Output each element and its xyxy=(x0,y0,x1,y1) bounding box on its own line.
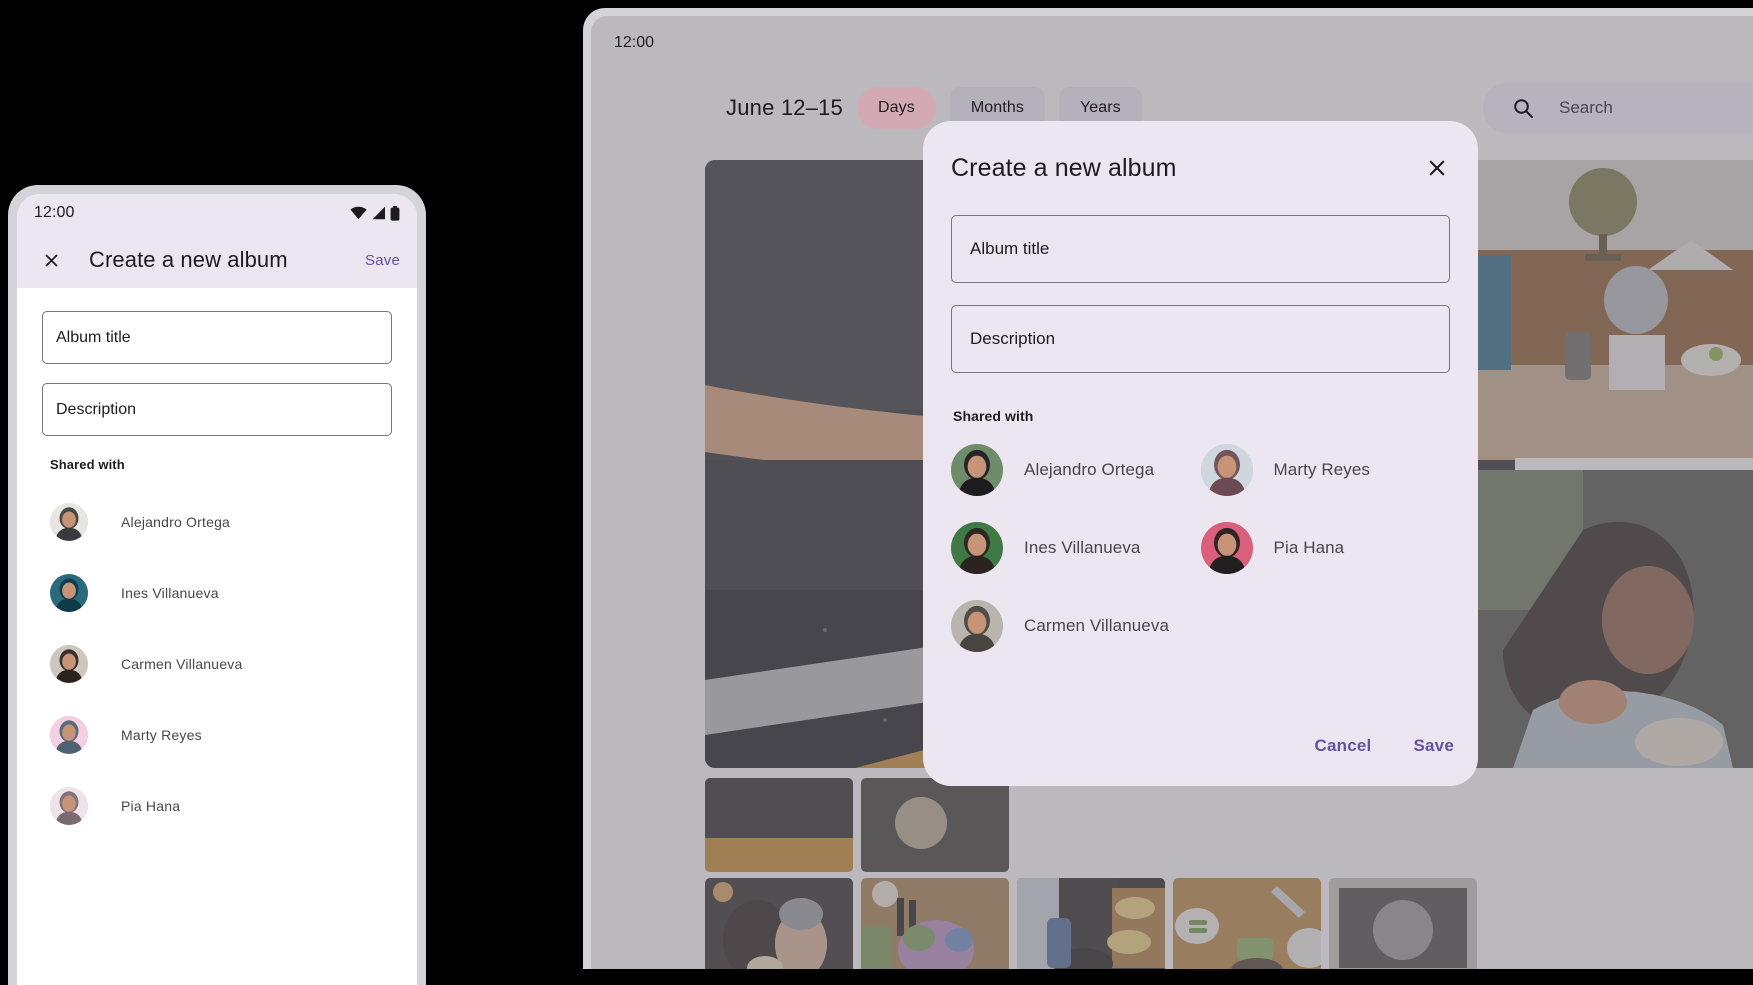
dialog-title: Create a new album xyxy=(951,154,1177,182)
avatar xyxy=(951,444,1003,496)
cancel-button[interactable]: Cancel xyxy=(1315,736,1372,756)
phone-contact-list: Alejandro Ortega Ines Villanueva Carmen Vi… xyxy=(42,486,392,841)
album-title-input[interactable]: Album title xyxy=(42,311,392,364)
save-button[interactable]: Save xyxy=(365,252,400,269)
avatar xyxy=(1200,522,1253,574)
search-placeholder: Search xyxy=(1559,98,1613,117)
contact-row[interactable]: Ines Villanueva xyxy=(951,522,1201,574)
tablet-device-frame: 12:00 June 12–15 Days Months Years Search … xyxy=(583,8,1753,969)
contact-row[interactable]: Pia Hana xyxy=(42,770,392,841)
avatar xyxy=(50,715,88,754)
avatar xyxy=(951,522,1003,574)
contact-row[interactable]: Marty Reyes xyxy=(42,699,392,770)
contact-name: Ines Villanueva xyxy=(121,584,219,601)
status-icons xyxy=(350,205,400,221)
contact-name: Pia Hana xyxy=(1273,538,1345,557)
album-title-input[interactable]: Album title xyxy=(951,215,1450,283)
phone-status-bar: 12:00 xyxy=(17,194,417,232)
page-title: Create a new album xyxy=(89,247,288,272)
description-input[interactable]: Description xyxy=(42,383,392,436)
contact-row[interactable]: Marty Reyes xyxy=(1200,444,1451,496)
phone-app-bar: Create a new album Save xyxy=(17,232,417,288)
contact-row[interactable]: Pia Hana xyxy=(1200,522,1451,574)
contact-name: Carmen Villanueva xyxy=(1024,616,1170,635)
contact-row[interactable]: Carmen Villanueva xyxy=(951,600,1201,652)
create-album-dialog: Create a new album Album title Descripti… xyxy=(923,121,1478,786)
contact-name: Carmen Villanueva xyxy=(121,655,243,672)
signal-icon xyxy=(372,206,385,220)
avatar xyxy=(50,786,88,825)
date-range-label: June 12–15 xyxy=(726,95,843,120)
tablet-status-bar: 12:00 xyxy=(591,16,1753,72)
tablet-screen: 12:00 June 12–15 Days Months Years Search … xyxy=(591,16,1753,969)
battery-icon xyxy=(390,205,400,221)
contact-row[interactable]: Ines Villanueva xyxy=(42,557,392,628)
phone-content: Album title Description Shared with Alej… xyxy=(17,288,417,985)
contact-name: Alejandro Ortega xyxy=(121,513,231,530)
phone-device-frame: 12:00 Create a new album Save Album titl… xyxy=(8,185,426,985)
phone-screen: 12:00 Create a new album Save Album titl… xyxy=(17,194,417,985)
status-clock: 12:00 xyxy=(34,204,75,221)
close-icon[interactable] xyxy=(41,250,62,271)
avatar xyxy=(50,644,88,683)
close-icon[interactable] xyxy=(1424,151,1450,181)
chip-days[interactable]: Days xyxy=(857,87,936,129)
contact-name: Marty Reyes xyxy=(121,726,202,743)
contact-name: Alejandro Ortega xyxy=(1024,460,1155,479)
shared-with-label: Shared with xyxy=(953,408,1034,424)
avatar xyxy=(50,573,88,612)
dialog-contact-grid: Alejandro Ortega Marty Reyes Ines Villanue… xyxy=(951,444,1450,652)
contact-name: Pia Hana xyxy=(121,797,181,814)
shared-with-label: Shared with xyxy=(50,457,125,472)
status-clock: 12:00 xyxy=(614,34,655,51)
contact-row[interactable]: Alejandro Ortega xyxy=(951,444,1201,496)
wifi-icon xyxy=(350,206,367,220)
dialog-actions: Cancel Save xyxy=(1315,736,1454,756)
avatar xyxy=(50,502,88,541)
contact-row[interactable]: Carmen Villanueva xyxy=(42,628,392,699)
avatar xyxy=(1200,444,1253,496)
dialog-header: Create a new album xyxy=(951,151,1450,183)
search-bar[interactable]: Search xyxy=(1483,82,1753,134)
contact-row[interactable]: Alejandro Ortega xyxy=(42,486,392,557)
avatar xyxy=(951,600,1003,652)
description-input[interactable]: Description xyxy=(951,305,1450,373)
contact-name: Marty Reyes xyxy=(1273,460,1371,479)
save-button[interactable]: Save xyxy=(1413,736,1454,756)
contact-name: Ines Villanueva xyxy=(1024,538,1141,557)
search-icon xyxy=(1514,99,1533,118)
